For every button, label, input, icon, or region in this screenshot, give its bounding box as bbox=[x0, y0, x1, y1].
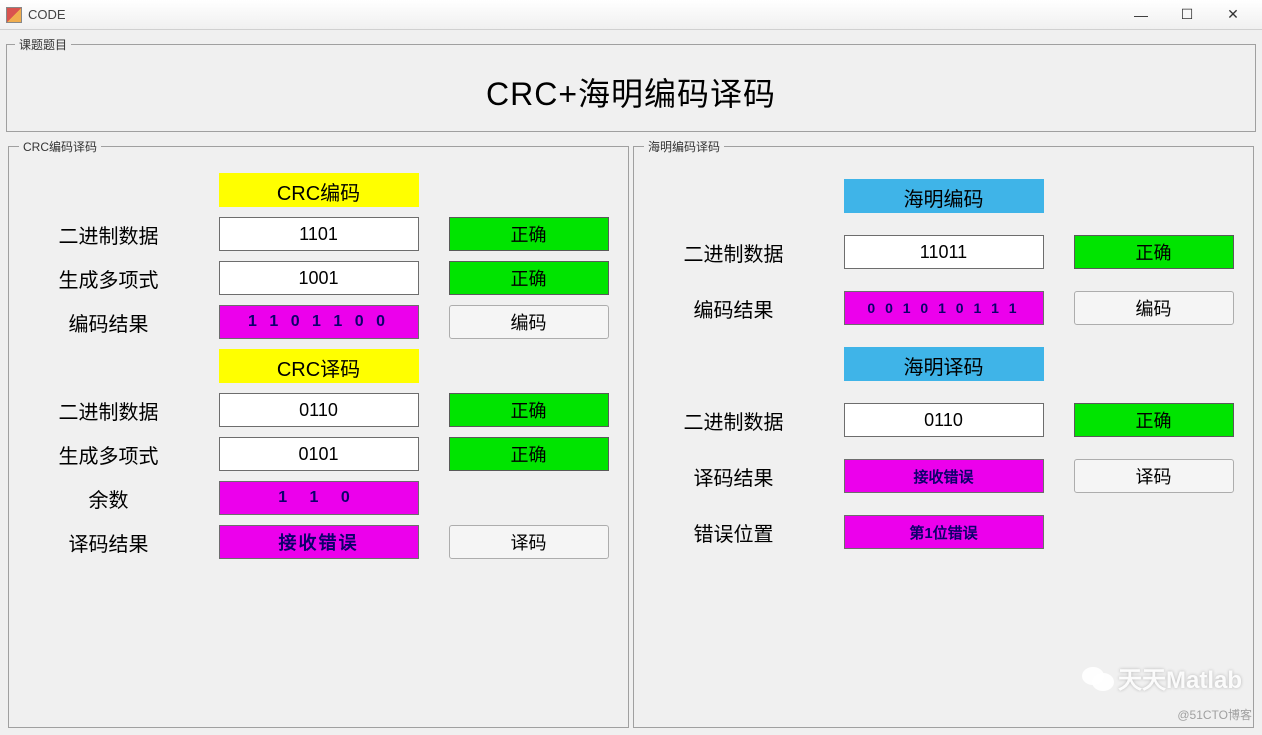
crc-remainder-value: 1 1 0 bbox=[219, 481, 419, 515]
hamming-binary-ok-button[interactable]: 正确 bbox=[1074, 235, 1234, 269]
window-titlebar: CODE — ☐ ✕ bbox=[0, 0, 1262, 30]
crc-decode-poly-ok-button[interactable]: 正确 bbox=[449, 437, 609, 471]
hamming-decode-header: 海明译码 bbox=[844, 347, 1044, 381]
crc-decode-header: CRC译码 bbox=[219, 349, 419, 383]
crc-encode-result-label: 编码结果 bbox=[29, 308, 189, 337]
hamming-binary-input[interactable] bbox=[844, 235, 1044, 269]
crc-poly-input[interactable] bbox=[219, 261, 419, 295]
crc-decode-result-label: 译码结果 bbox=[29, 528, 189, 557]
crc-decode-binary-label: 二进制数据 bbox=[29, 396, 189, 425]
topic-legend: 课题题目 bbox=[15, 36, 71, 53]
crc-poly-label: 生成多项式 bbox=[29, 264, 189, 293]
window-title: CODE bbox=[28, 7, 66, 22]
main-title: CRC+海明编码译码 bbox=[486, 69, 776, 115]
crc-decode-result-value: 接收错误 bbox=[219, 525, 419, 559]
crc-encode-header: CRC编码 bbox=[219, 173, 419, 207]
hamming-error-pos-value: 第1位错误 bbox=[844, 515, 1044, 549]
hamming-panel: 海明编码译码 海明编码 二进制数据 正确 编码结果 0 0 1 0 1 0 1 … bbox=[633, 138, 1254, 728]
crc-remainder-label: 余数 bbox=[29, 484, 189, 513]
hamming-binary-label: 二进制数据 bbox=[654, 238, 814, 267]
crc-decode-poly-label: 生成多项式 bbox=[29, 440, 189, 469]
hamming-decode-result-value: 接收错误 bbox=[844, 459, 1044, 493]
crc-binary-label: 二进制数据 bbox=[29, 220, 189, 249]
crc-encode-button[interactable]: 编码 bbox=[449, 305, 609, 339]
crc-decode-poly-input[interactable] bbox=[219, 437, 419, 471]
topic-panel: 课题题目 CRC+海明编码译码 bbox=[6, 36, 1256, 132]
hamming-decode-button[interactable]: 译码 bbox=[1074, 459, 1234, 493]
crc-decode-binary-ok-button[interactable]: 正确 bbox=[449, 393, 609, 427]
crc-binary-input[interactable] bbox=[219, 217, 419, 251]
minimize-button[interactable]: — bbox=[1118, 0, 1164, 30]
hamming-encode-result-label: 编码结果 bbox=[654, 294, 814, 323]
crc-poly-ok-button[interactable]: 正确 bbox=[449, 261, 609, 295]
crc-decode-button[interactable]: 译码 bbox=[449, 525, 609, 559]
window-controls: — ☐ ✕ bbox=[1118, 0, 1256, 30]
hamming-legend: 海明编码译码 bbox=[644, 138, 724, 155]
hamming-decode-result-label: 译码结果 bbox=[654, 462, 814, 491]
crc-encode-result-value: 1 1 0 1 1 0 0 bbox=[219, 305, 419, 339]
crc-panel: CRC编码译码 CRC编码 二进制数据 正确 生成多项式 正确 编码结果 1 1… bbox=[8, 138, 629, 728]
crc-decode-binary-input[interactable] bbox=[219, 393, 419, 427]
app-icon bbox=[6, 7, 22, 23]
hamming-encode-header: 海明编码 bbox=[844, 179, 1044, 213]
hamming-error-pos-label: 错误位置 bbox=[654, 518, 814, 547]
hamming-decode-binary-input[interactable] bbox=[844, 403, 1044, 437]
crc-binary-ok-button[interactable]: 正确 bbox=[449, 217, 609, 251]
hamming-decode-binary-ok-button[interactable]: 正确 bbox=[1074, 403, 1234, 437]
hamming-decode-binary-label: 二进制数据 bbox=[654, 406, 814, 435]
close-button[interactable]: ✕ bbox=[1210, 0, 1256, 30]
hamming-encode-result-value: 0 0 1 0 1 0 1 1 1 bbox=[844, 291, 1044, 325]
maximize-button[interactable]: ☐ bbox=[1164, 0, 1210, 30]
hamming-encode-button[interactable]: 编码 bbox=[1074, 291, 1234, 325]
crc-legend: CRC编码译码 bbox=[19, 138, 101, 155]
